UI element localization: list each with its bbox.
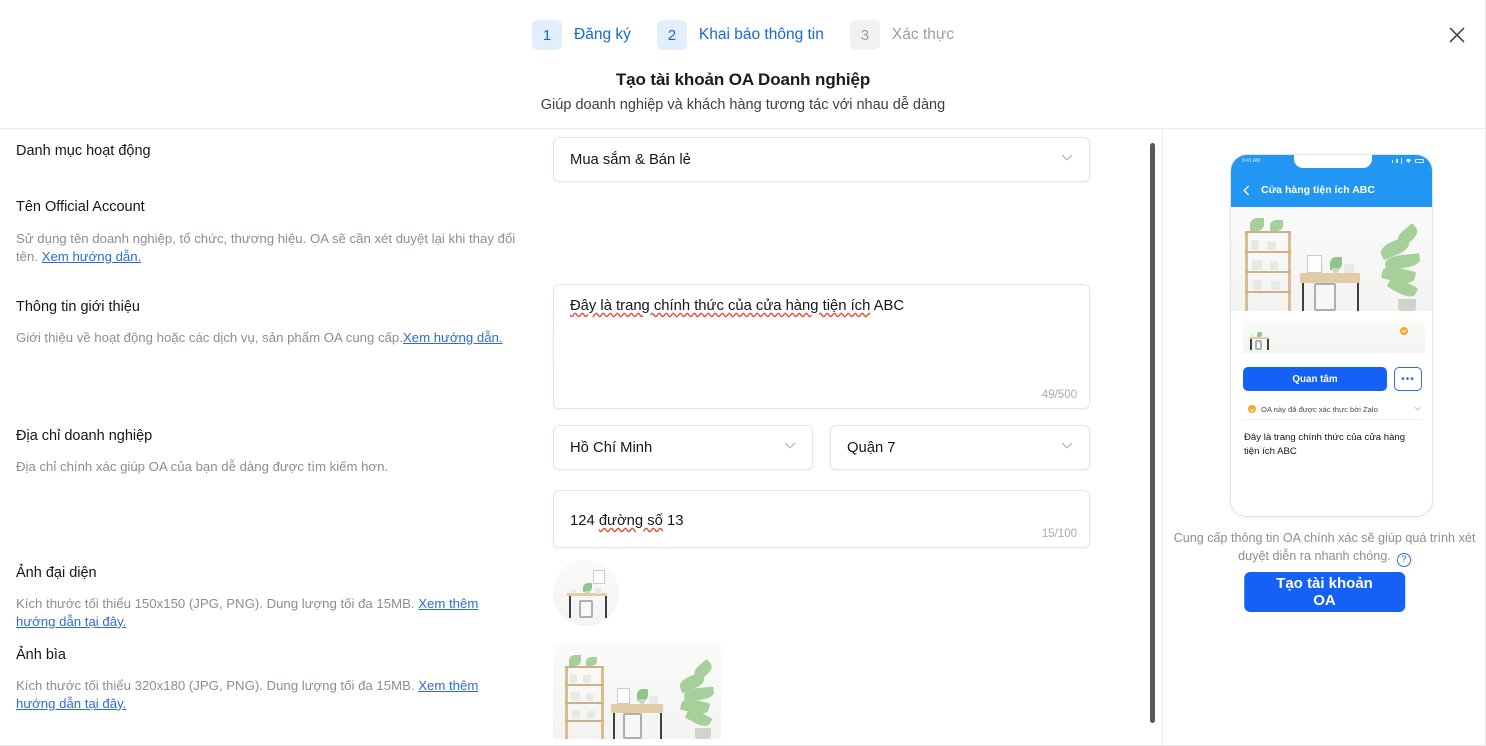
- intro-counter: 49/500: [1042, 389, 1077, 401]
- link-intro-guide[interactable]: Xem hướng dẫn.: [403, 330, 503, 345]
- chevron-down-icon[interactable]: [1413, 400, 1422, 418]
- preview-note: Cung cấp thông tin OA chính xác sẽ giúp …: [1173, 529, 1476, 567]
- label-category: Danh mục hoạt động: [16, 143, 151, 159]
- intro-text-misspelled: Đây là trang chính thức của cửa hàng tiệ…: [570, 298, 870, 314]
- link-oa-name-guide[interactable]: Xem hướng dẫn.: [42, 249, 142, 264]
- signal-icon: [1396, 159, 1398, 164]
- street-number: 124: [570, 513, 599, 529]
- hint-oa-name-line1: Sử dụng tên doanh nghiệp, tổ chức, thươn…: [16, 231, 494, 246]
- hint-cover: Kích thước tối thiểu 320x180 (JPG, PNG).…: [16, 677, 496, 712]
- label-intro: Thông tin giới thiệu: [16, 299, 140, 315]
- district-select[interactable]: Quận 7: [830, 425, 1090, 470]
- back-chevron-icon[interactable]: [1241, 185, 1252, 196]
- preview-action-row: Quan tâm •••: [1243, 367, 1422, 391]
- phone-nav-bar: Cửa hàng tiện ích ABC: [1231, 175, 1433, 205]
- phone-status-icons: [1392, 158, 1425, 164]
- more-options-button[interactable]: •••: [1394, 367, 1422, 391]
- link-avatar-guide-2[interactable]: hướng dẫn tại đây.: [16, 614, 126, 629]
- step-label-2: Khai báo thông tin: [699, 26, 824, 44]
- battery-icon: [1415, 159, 1424, 164]
- street-input-value: 124 đường số 13: [570, 513, 683, 529]
- hint-cover-text: Kích thước tối thiểu 320x180 (JPG, PNG).…: [16, 678, 418, 693]
- cover-thumbnail[interactable]: [553, 644, 721, 739]
- step-badge-3: 3: [850, 20, 880, 50]
- close-button[interactable]: [1440, 18, 1474, 52]
- page-title: Tạo tài khoản OA Doanh nghiệp: [0, 70, 1486, 90]
- preview-description: Đây là trang chính thức của cửa hàng tiệ…: [1244, 431, 1420, 459]
- intro-textarea[interactable]: Đây là trang chính thức của cửa hàng tiệ…: [553, 284, 1090, 409]
- city-select-value: Hồ Chí Minh: [570, 440, 652, 456]
- form-scrollbar-thumb[interactable]: [1150, 143, 1155, 723]
- preview-panel: 9:41 AM Cửa hàng tiện ích ABC: [1163, 129, 1486, 746]
- title-block: Tạo tài khoản OA Doanh nghiệp Giúp doanh…: [0, 70, 1486, 113]
- phone-cover-image: [1231, 207, 1433, 311]
- follow-button[interactable]: Quan tâm: [1243, 367, 1387, 391]
- preview-avatar-scene: [1243, 321, 1274, 352]
- hint-intro: Giới thiệu về hoạt động hoặc các dịch vụ…: [16, 329, 516, 347]
- signal-icon: [1401, 158, 1403, 164]
- preview-oa-row: Cửa hàng tiện ích ABC Mua sắm & Bán lẻ: [1243, 321, 1425, 353]
- page-body: Danh mục hoạt động Mua sắm & Bán lẻ Tên …: [0, 129, 1486, 746]
- chevron-down-icon: [1059, 437, 1075, 458]
- help-icon[interactable]: ?: [1397, 553, 1411, 567]
- close-icon: [1447, 25, 1467, 45]
- phone-cover-scene: [1231, 207, 1433, 311]
- hint-address: Địa chỉ chính xác giúp OA của bạn dễ dàn…: [16, 458, 516, 476]
- street-misspelled: đường số: [599, 513, 663, 529]
- verified-badge-icon: [1400, 327, 1408, 335]
- city-select[interactable]: Hồ Chí Minh: [553, 425, 813, 470]
- preview-verified-text: OA này đã được xác thực bởi Zalo: [1261, 405, 1378, 414]
- step-item-2[interactable]: 2 Khai báo thông tin: [657, 20, 824, 50]
- hint-avatar-text: Kích thước tối thiểu 150x150 (JPG, PNG).…: [16, 596, 418, 611]
- category-select-value: Mua sắm & Bán lẻ: [570, 152, 691, 168]
- step-label-1: Đăng ký: [574, 26, 631, 44]
- step-item-3[interactable]: 3 Xác thực: [850, 20, 954, 50]
- preview-divider: [1243, 419, 1422, 420]
- hint-intro-text: Giới thiệu về hoạt động hoặc các dịch vụ…: [16, 330, 403, 345]
- chevron-down-icon: [1059, 149, 1075, 170]
- signal-icon: [1392, 160, 1394, 163]
- street-rest: 13: [663, 513, 684, 529]
- street-counter: 15/100: [1042, 528, 1077, 540]
- create-oa-button[interactable]: Tạo tài khoản OA: [1244, 572, 1406, 612]
- hint-avatar: Kích thước tối thiểu 150x150 (JPG, PNG).…: [16, 595, 496, 630]
- label-address: Địa chỉ doanh nghiệp: [16, 428, 152, 444]
- avatar-scene-image: [553, 560, 619, 626]
- form-content: Danh mục hoạt động Mua sắm & Bán lẻ Tên …: [0, 129, 1150, 746]
- phone-nav-title: Cửa hàng tiện ích ABC: [1261, 184, 1375, 196]
- avatar-thumbnail[interactable]: [553, 560, 619, 626]
- chevron-down-icon: [782, 437, 798, 458]
- preview-oa-avatar: [1243, 321, 1274, 352]
- district-select-value: Quận 7: [847, 440, 896, 456]
- page-header: 1 Đăng ký 2 Khai báo thông tin 3 Xác thự…: [0, 0, 1486, 129]
- category-select[interactable]: Mua sắm & Bán lẻ: [553, 137, 1090, 182]
- label-oa-name: Tên Official Account: [16, 199, 145, 215]
- link-cover-guide-2[interactable]: hướng dẫn tại đây.: [16, 696, 126, 711]
- preview-note-line-1: Cung cấp thông tin OA chính xác sẽ giúp …: [1174, 531, 1455, 545]
- cover-scene-image: [553, 644, 721, 739]
- verified-shield-icon: [1248, 405, 1256, 413]
- link-avatar-guide-1[interactable]: Xem thêm: [418, 596, 478, 611]
- step-badge-2: 2: [657, 20, 687, 50]
- label-avatar: Ảnh đại diện: [16, 565, 97, 581]
- preview-verified-row[interactable]: OA này đã được xác thực bởi Zalo: [1243, 400, 1422, 418]
- step-indicator: 1 Đăng ký 2 Khai báo thông tin 3 Xác thự…: [0, 20, 1486, 50]
- phone-preview: 9:41 AM Cửa hàng tiện ích ABC: [1230, 154, 1433, 517]
- phone-status-time: 9:41 AM: [1242, 158, 1260, 164]
- hint-oa-name: Sử dụng tên doanh nghiệp, tổ chức, thươn…: [16, 230, 516, 265]
- step-label-3: Xác thực: [892, 26, 954, 44]
- label-cover: Ảnh bìa: [16, 647, 66, 663]
- phone-notch: [1294, 155, 1372, 168]
- wifi-icon: [1405, 158, 1412, 164]
- create-oa-page: 1 Đăng ký 2 Khai báo thông tin 3 Xác thự…: [0, 0, 1486, 746]
- intro-textarea-value: Đây là trang chính thức của cửa hàng tiệ…: [570, 296, 1073, 317]
- page-subtitle: Giúp doanh nghiệp và khách hàng tương tá…: [0, 97, 1486, 113]
- step-badge-1: 1: [532, 20, 562, 50]
- form-scroll-region[interactable]: Danh mục hoạt động Mua sắm & Bán lẻ Tên …: [0, 129, 1150, 746]
- street-input[interactable]: 124 đường số 13 15/100: [553, 490, 1090, 548]
- intro-text-rest: ABC: [870, 298, 904, 314]
- link-cover-guide-1[interactable]: Xem thêm: [418, 678, 478, 693]
- step-item-1[interactable]: 1 Đăng ký: [532, 20, 631, 50]
